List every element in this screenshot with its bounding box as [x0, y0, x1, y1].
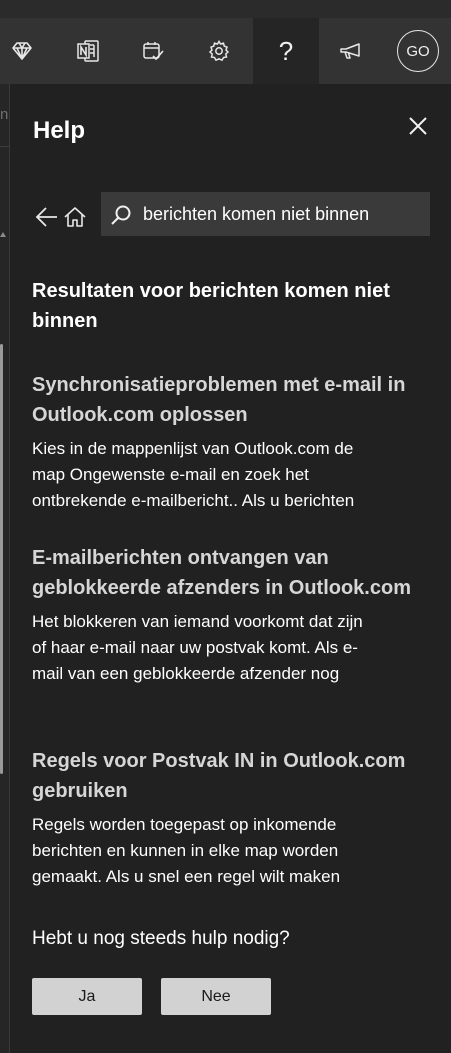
account-button[interactable]: GO — [395, 18, 441, 84]
mail-scrollbar[interactable] — [0, 344, 3, 774]
feedback-button[interactable] — [329, 18, 373, 84]
result-snippet: Kies in de mappenlijst van Outlook.com d… — [32, 436, 432, 514]
feedback-megaphone-icon — [340, 43, 360, 59]
results-heading: Resultaten voor berichten komen niet bin… — [32, 280, 390, 332]
result-item: E-mailberichten ontvangen van geblokkeer… — [32, 543, 432, 687]
snippet-line: berichten en kunnen in elke map worden — [32, 841, 339, 860]
snippet-line: ontbrekende e-mailbericht.. Als u berich… — [32, 491, 355, 510]
no-button[interactable]: Nee — [161, 978, 271, 1015]
avatar: GO — [397, 30, 439, 72]
mail-pane-edge: n — [0, 84, 10, 1053]
onenote-icon — [77, 40, 99, 62]
settings-gear-icon — [208, 40, 230, 62]
onenote-button[interactable] — [66, 18, 110, 84]
help-search-box[interactable] — [101, 192, 430, 236]
snippet-line: Kies in de mappenlijst van Outlook.com d… — [32, 439, 354, 458]
yes-button[interactable]: Ja — [32, 978, 142, 1015]
help-title: Help — [33, 117, 86, 144]
back-arrow-icon — [35, 207, 57, 227]
top-strip — [0, 0, 451, 18]
result-title-link[interactable]: E-mailberichten ontvangen van geblokkeer… — [32, 543, 432, 603]
premium-diamond-icon — [12, 42, 32, 60]
snippet-line: mail van een geblokkeerde afzender nog — [32, 664, 340, 683]
home-button[interactable] — [62, 204, 88, 230]
help-search-input[interactable] — [143, 192, 423, 236]
calendar-check-button[interactable] — [131, 18, 175, 84]
back-button[interactable] — [34, 204, 60, 230]
result-title-link[interactable]: Synchronisatieproblemen met e-mail in Ou… — [32, 370, 432, 430]
search-icon — [111, 205, 131, 225]
result-item: Synchronisatieproblemen met e-mail in Ou… — [32, 370, 432, 514]
snippet-line: map Ongewenste e-mail en zoek het — [32, 465, 309, 484]
snippet-line: Het blokkeren van iemand voorkomt dat zi… — [32, 612, 363, 631]
help-question-icon: ? — [278, 35, 294, 66]
snippet-line: gemaakt. Als u snel een regel wilt maken — [32, 867, 341, 886]
settings-button[interactable] — [197, 18, 241, 84]
close-icon — [409, 117, 427, 135]
still-need-help-text: Hebt u nog steeds hulp nodig? — [32, 928, 290, 949]
result-item: Regels voor Postvak IN in Outlook.com ge… — [32, 746, 432, 890]
top-toolbar: ? GO — [0, 18, 451, 84]
help-button[interactable]: ? — [253, 18, 319, 84]
snippet-line: of haar e-mail naar uw postvak komt. Als… — [32, 638, 358, 657]
clipped-text: n — [0, 106, 9, 123]
snippet-line: Regels worden toegepast op inkomende — [32, 815, 337, 834]
result-snippet: Het blokkeren van iemand voorkomt dat zi… — [32, 609, 432, 687]
home-icon — [64, 207, 86, 227]
close-button[interactable] — [406, 114, 430, 138]
help-panel: Help Resultaten voor berichten komen nie… — [10, 84, 451, 1053]
scroll-up-icon[interactable] — [0, 232, 6, 237]
calendar-check-icon — [143, 42, 164, 61]
result-snippet: Regels worden toegepast op inkomende ber… — [32, 812, 432, 890]
premium-diamond-button[interactable] — [0, 18, 44, 84]
result-title-link[interactable]: Regels voor Postvak IN in Outlook.com ge… — [32, 746, 432, 806]
